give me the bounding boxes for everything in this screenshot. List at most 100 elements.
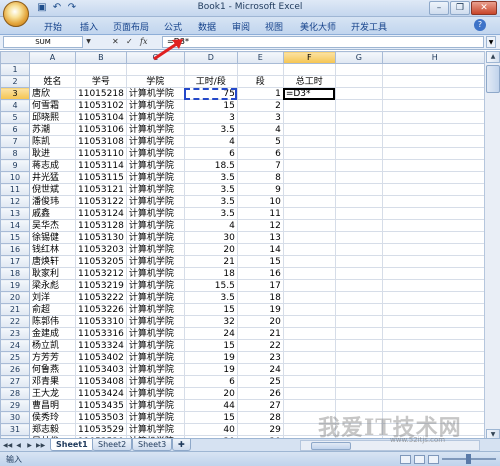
cell[interactable] (334, 363, 383, 376)
cell[interactable] (334, 99, 383, 112)
cell-hours[interactable]: 15 (183, 339, 238, 352)
cell[interactable] (334, 111, 383, 124)
cell-seg[interactable]: 25 (236, 375, 284, 388)
cell-name[interactable]: 陈凯 (29, 135, 76, 148)
row-header[interactable]: 22 (0, 315, 30, 328)
cell-seg[interactable]: 28 (236, 411, 284, 424)
name-box[interactable]: SUM (3, 36, 83, 48)
cell-name[interactable]: 杨立凯 (29, 339, 76, 352)
row-header[interactable]: 1 (0, 63, 30, 76)
confirm-icon[interactable]: ✓ (126, 37, 133, 47)
cell-name[interactable]: 唐焕轩 (29, 255, 76, 268)
cell-id[interactable]: 11053104 (75, 111, 127, 124)
cancel-icon[interactable]: ✕ (112, 37, 119, 47)
cell-seg[interactable]: 12 (236, 219, 284, 232)
cell-name[interactable]: 戚鑫 (29, 207, 76, 220)
cell[interactable] (381, 351, 488, 364)
insert-sheet-icon[interactable]: ✚ (172, 439, 191, 451)
cell-college[interactable]: 计算机学院 (125, 279, 185, 292)
cell-college[interactable]: 计算机学院 (125, 303, 185, 316)
cell-total[interactable] (282, 147, 336, 160)
column-label-total[interactable]: 总工时 (282, 75, 336, 88)
cell-seg[interactable]: 23 (236, 351, 284, 364)
cell-hours[interactable]: 32 (183, 315, 238, 328)
cell-seg[interactable]: 22 (236, 339, 284, 352)
cell[interactable] (125, 63, 185, 76)
cell[interactable] (334, 63, 383, 76)
column-header-H[interactable]: H (381, 51, 488, 64)
cell-id[interactable]: 11053212 (75, 267, 127, 280)
cell[interactable] (334, 75, 383, 88)
cell-total[interactable] (282, 207, 336, 220)
cell-total[interactable] (282, 195, 336, 208)
cell[interactable] (381, 411, 488, 424)
normal-view-icon[interactable] (400, 454, 411, 464)
cell-seg[interactable]: 21 (236, 327, 284, 340)
sheet-tab-1[interactable]: Sheet1 (50, 439, 94, 451)
cell-total[interactable] (282, 219, 336, 232)
cell-college[interactable]: 计算机学院 (125, 243, 185, 256)
cell-id[interactable]: 11053102 (75, 99, 127, 112)
cell-hours[interactable]: 15.5 (183, 279, 238, 292)
cell[interactable] (381, 135, 488, 148)
cell[interactable] (381, 171, 488, 184)
cell-seg[interactable]: 29 (236, 423, 284, 436)
cell-id[interactable]: 11053424 (75, 387, 127, 400)
cell[interactable] (334, 159, 383, 172)
tab-beautify-master[interactable]: 美化大师 (300, 20, 336, 33)
cell-name[interactable]: 金建成 (29, 327, 76, 340)
cell-total[interactable] (282, 111, 336, 124)
column-header-D[interactable]: D (183, 51, 238, 64)
cell-id[interactable]: 11053121 (75, 183, 127, 196)
cell-college[interactable]: 计算机学院 (125, 327, 185, 340)
cell-id[interactable]: 11053402 (75, 351, 127, 364)
cell-id[interactable]: 11053403 (75, 363, 127, 376)
cell-total[interactable] (282, 399, 336, 412)
row-header[interactable]: 19 (0, 279, 30, 292)
cell[interactable] (381, 399, 488, 412)
cell-hours[interactable]: 24 (183, 327, 238, 340)
cell[interactable] (29, 63, 76, 76)
cell-name[interactable]: 徐锡健 (29, 231, 76, 244)
close-icon[interactable]: ✕ (471, 1, 497, 15)
cell-name[interactable]: 曹昌明 (29, 399, 76, 412)
cell-name[interactable]: 唐欣 (29, 87, 76, 100)
cell-total[interactable] (282, 123, 336, 136)
cell-hours[interactable]: 3.5 (183, 123, 238, 136)
column-label-college[interactable]: 学院 (125, 75, 185, 88)
cell-college[interactable]: 计算机学院 (125, 111, 185, 124)
cell-name[interactable]: 俞超 (29, 303, 76, 316)
cell[interactable] (334, 279, 383, 292)
cell[interactable] (334, 255, 383, 268)
row-header[interactable]: 13 (0, 207, 30, 220)
cell-hours[interactable]: 15 (183, 303, 238, 316)
cell-hours[interactable]: 20 (183, 387, 238, 400)
cell-id[interactable]: 11053219 (75, 279, 127, 292)
cell-total[interactable] (282, 375, 336, 388)
expand-formula-bar-icon[interactable]: ▼ (486, 36, 496, 48)
cell[interactable] (381, 339, 488, 352)
sheet-tab-3[interactable]: Sheet3 (132, 439, 173, 451)
cell-total[interactable] (282, 315, 336, 328)
cell[interactable] (334, 231, 383, 244)
cell-seg[interactable]: 13 (236, 231, 284, 244)
cell-id[interactable]: 11053316 (75, 327, 127, 340)
cell-id[interactable]: 11053128 (75, 219, 127, 232)
cell-name[interactable]: 钱红林 (29, 243, 76, 256)
cell-total[interactable] (282, 99, 336, 112)
row-header[interactable]: 25 (0, 351, 30, 364)
cell-hours[interactable]: 75 (183, 87, 238, 100)
cell-name[interactable]: 梁永彪 (29, 279, 76, 292)
cell-hours[interactable]: 3.5 (183, 291, 238, 304)
office-button[interactable] (3, 1, 29, 27)
cell-name[interactable]: 陈郭伟 (29, 315, 76, 328)
cell-seg[interactable]: 4 (236, 123, 284, 136)
cell-name[interactable]: 倪世斌 (29, 183, 76, 196)
cell[interactable] (381, 315, 488, 328)
cell[interactable] (334, 243, 383, 256)
cell-name[interactable]: 耿家利 (29, 267, 76, 280)
row-header[interactable]: 23 (0, 327, 30, 340)
tab-insert[interactable]: 插入 (80, 20, 98, 33)
cell-id[interactable]: 11053122 (75, 195, 127, 208)
cell-name[interactable]: 邓青果 (29, 375, 76, 388)
